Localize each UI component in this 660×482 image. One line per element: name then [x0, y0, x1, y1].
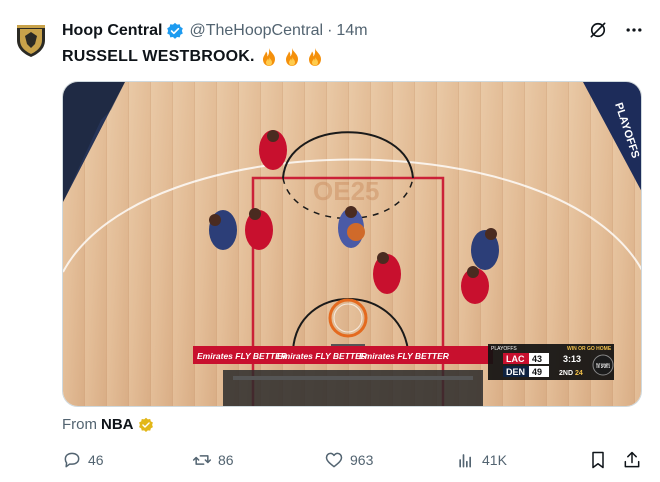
team1-abbr: LAC [506, 354, 525, 364]
bookmark-button[interactable] [588, 450, 608, 470]
like-count: 963 [350, 452, 374, 468]
share-button[interactable] [622, 450, 642, 470]
team1-score: 43 [532, 354, 542, 364]
author-avatar[interactable] [14, 22, 48, 58]
reply-button[interactable]: 46 [62, 450, 104, 470]
analytics-icon [459, 454, 471, 468]
fire-emoji-icon [285, 48, 298, 66]
bookmark-icon [592, 451, 604, 469]
heart-icon [325, 452, 343, 468]
network-logo: TNT SPORTS [596, 364, 610, 370]
banner-text-3: Emirates FLY BETTER [359, 351, 450, 361]
repost-icon [192, 455, 212, 465]
banner-text-2: Emirates FLY BETTER [277, 351, 368, 361]
source-name[interactable]: NBA [101, 416, 134, 433]
header-actions [588, 20, 644, 40]
view-count: 41K [482, 452, 507, 468]
grok-icon[interactable] [588, 20, 608, 40]
tweet-body: RUSSELL WESTBROOK. [62, 48, 255, 65]
video-media[interactable]: PLAYOFFS OE25 Emirates FLY BETTER Emirat… [62, 81, 642, 407]
fire-emoji-icon [308, 48, 321, 66]
scoreboard: PLAYOFFS WIN OR GO HOME LAC DEN 43 49 3:… [488, 344, 614, 380]
views-button[interactable]: 41K [456, 450, 507, 470]
gold-verified-icon [138, 417, 153, 432]
source-attribution: From NBA [62, 416, 154, 433]
author-name[interactable]: Hoop Central [62, 22, 162, 40]
team2-abbr: DEN [506, 367, 525, 377]
game-clock: 3:13 [563, 354, 581, 364]
source-prefix: From [62, 416, 97, 433]
svg-text:OE25: OE25 [313, 176, 380, 206]
author-handle[interactable]: @TheHoopCentral [189, 22, 323, 40]
banner-text-1: Emirates FLY BETTER [197, 351, 288, 361]
repost-button[interactable]: 86 [192, 450, 234, 470]
scoreboard-playoffs: PLAYOFFS [491, 346, 517, 352]
period: 2ND [559, 370, 573, 377]
tweet-header: Hoop Central @TheHoopCentral · 14m [62, 20, 368, 42]
verified-badge-icon [167, 22, 184, 39]
court-video-frame: PLAYOFFS OE25 Emirates FLY BETTER Emirat… [63, 82, 641, 406]
separator-dot: · [327, 22, 333, 39]
team2-score: 49 [532, 367, 542, 377]
broadcast-tag: WIN OR GO HOME [567, 346, 612, 352]
like-button[interactable]: 963 [324, 450, 373, 470]
shield-logo-icon [17, 25, 45, 57]
share-icon [624, 451, 640, 468]
more-options-icon[interactable] [624, 20, 644, 40]
shot-clock: 24 [575, 370, 583, 377]
tweet-text: RUSSELL WESTBROOK. [62, 47, 324, 67]
action-bar: 46 86 963 41K [62, 450, 642, 474]
reply-icon [64, 452, 80, 468]
reply-count: 46 [88, 452, 104, 468]
repost-count: 86 [218, 452, 234, 468]
timestamp[interactable]: 14m [336, 22, 367, 40]
fire-emoji-icon [262, 48, 275, 66]
